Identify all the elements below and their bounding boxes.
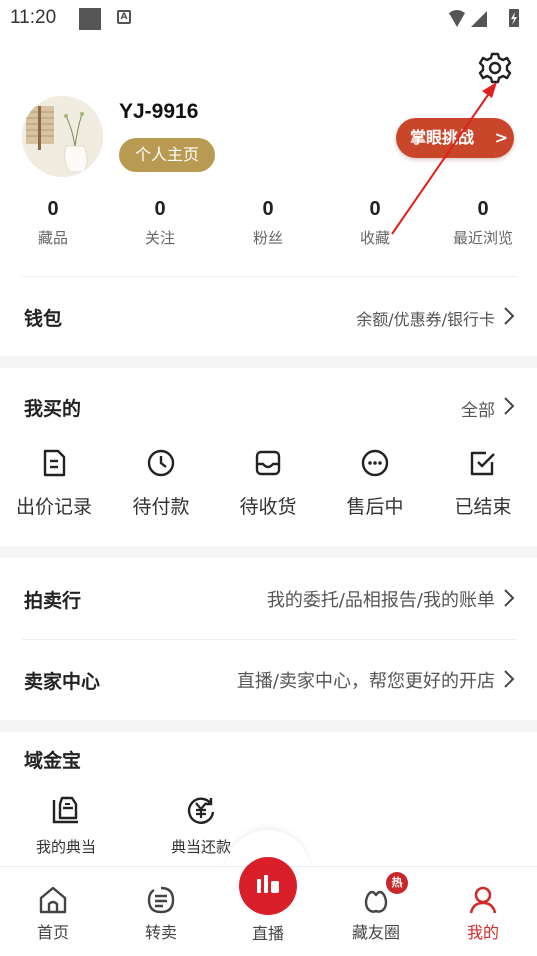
pending-receipt-item[interactable]: 待收货 (214, 448, 322, 519)
tab-label: 转卖 (144, 923, 177, 942)
stat-label: 最近浏览 (452, 229, 513, 247)
stat-label: 粉丝 (252, 229, 283, 247)
stat-fans[interactable]: 0 粉丝 (218, 198, 318, 248)
divider (22, 276, 516, 277)
stat-label: 关注 (144, 229, 175, 247)
stat-label: 藏品 (37, 229, 68, 247)
signal-icon (471, 11, 487, 27)
gear-icon (478, 52, 512, 84)
username: YJ-9916 (119, 100, 199, 123)
tab-label: 藏友圈 (351, 923, 400, 942)
live-tab-label: 直播 (251, 924, 284, 943)
tab-label: 我的 (466, 923, 499, 942)
stat-value: 0 (154, 198, 166, 220)
live-icon (257, 875, 279, 893)
stat-value: 0 (477, 198, 489, 220)
home-icon (39, 886, 67, 914)
completed-label: 已结束 (454, 496, 512, 518)
pending-payment-item[interactable]: 待付款 (107, 448, 215, 519)
stat-value: 0 (47, 198, 59, 220)
hot-badge: 热 (386, 872, 408, 894)
yujinbao-title: 域金宝 (24, 750, 82, 772)
chevron-right-icon (504, 589, 515, 607)
bid-records-item[interactable]: 出价记录 (0, 448, 108, 519)
stat-label: 收藏 (359, 229, 390, 247)
chevron-right-icon (504, 307, 515, 325)
seller-center-title: 卖家中心 (24, 671, 101, 693)
document-icon (43, 449, 66, 477)
clock-icon (147, 449, 175, 477)
tab-home[interactable]: 首页 (13, 885, 93, 943)
my-pawn-item[interactable]: 我的典当 (11, 794, 121, 857)
tab-label: 首页 (36, 923, 69, 942)
keyboard-icon: A (117, 10, 131, 24)
auction-subtitle: 我的委托/品相报告/我的账单 (266, 590, 495, 611)
seller-center-subtitle: 直播/卖家中心，帮您更好的开店 (236, 671, 495, 692)
notification-icon (79, 8, 101, 30)
wallet-row[interactable]: 钱包 余额/优惠券/银行卡 (0, 298, 537, 338)
section-gap (0, 356, 537, 368)
completed-item[interactable]: 已结束 (429, 448, 537, 519)
personal-homepage-button[interactable]: 个人主页 (119, 138, 215, 172)
inbox-icon (255, 450, 281, 476)
status-bar: 11:20 A (0, 0, 537, 38)
wifi-icon (449, 10, 465, 27)
tab-mine[interactable]: 我的 (443, 885, 523, 943)
check-square-icon (470, 451, 495, 476)
pawn-icon (52, 796, 78, 824)
yuan-repay-icon (187, 797, 215, 824)
purchases-all-link[interactable]: 全部 (461, 396, 495, 421)
auction-title: 拍卖行 (24, 590, 82, 612)
divider (22, 639, 516, 640)
tab-resell[interactable]: 转卖 (121, 885, 201, 943)
bid-records-label: 出价记录 (15, 496, 92, 518)
status-icons (449, 9, 519, 27)
stat-value: 0 (262, 198, 274, 220)
eye-challenge-label: 掌眼挑战 (410, 128, 475, 147)
stats-row: 0 藏品 0 关注 0 粉丝 0 收藏 0 最近浏览 (0, 198, 537, 262)
seller-center-row[interactable]: 卖家中心 直播/卖家中心，帮您更好的开店 (0, 661, 537, 701)
wallet-subtitle: 余额/优惠券/银行卡 (356, 310, 495, 329)
tab-collector-circle[interactable]: 藏友圈 (336, 885, 416, 943)
resell-icon (147, 886, 175, 914)
stat-favorites[interactable]: 0 收藏 (325, 198, 425, 248)
chevron-right-icon: > (494, 128, 508, 147)
after-sales-label: 售后中 (346, 496, 404, 518)
stat-collections[interactable]: 0 藏品 (3, 198, 103, 248)
chevron-right-icon (504, 670, 515, 688)
purchases-header: 我买的 全部 (0, 388, 537, 428)
pending-receipt-label: 待收货 (239, 496, 297, 518)
tab-live[interactable] (239, 857, 297, 915)
after-sales-item[interactable]: 售后中 (321, 448, 429, 519)
pending-payment-label: 待付款 (132, 496, 190, 518)
purchases-title: 我买的 (24, 398, 82, 420)
stat-value: 0 (369, 198, 381, 220)
settings-button[interactable] (477, 50, 513, 86)
purchase-status-row: 出价记录 待付款 待收货 售后中 已结束 (0, 448, 537, 528)
chat-dots-icon (361, 449, 389, 477)
auction-row[interactable]: 拍卖行 我的委托/品相报告/我的账单 (0, 580, 537, 620)
status-time: 11:20 (10, 7, 57, 28)
stat-recent-views[interactable]: 0 最近浏览 (433, 198, 533, 248)
user-icon (469, 886, 497, 914)
yujinbao-header: 域金宝 (0, 740, 537, 780)
eye-challenge-button[interactable]: 掌眼挑战 > (396, 118, 514, 158)
my-pawn-label: 我的典当 (35, 838, 96, 856)
stat-following[interactable]: 0 关注 (110, 198, 210, 248)
avatar[interactable] (22, 96, 103, 177)
section-gap (0, 546, 537, 558)
chevron-right-icon (504, 397, 515, 415)
avatar-image (22, 96, 103, 177)
section-gap (0, 720, 537, 732)
wallet-title: 钱包 (24, 308, 63, 330)
